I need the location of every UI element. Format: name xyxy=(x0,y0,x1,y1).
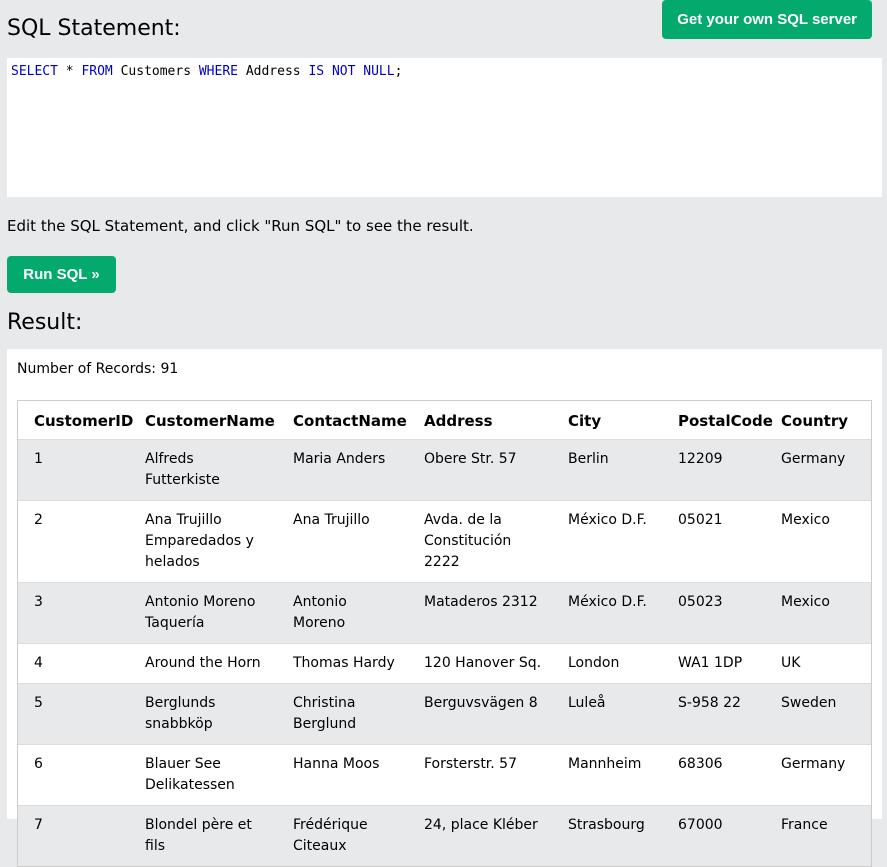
sql-keyword: SELECT xyxy=(11,64,58,79)
record-count: Number of Records: 91 xyxy=(17,361,179,377)
table-cell-postalcode: 12209 xyxy=(662,439,765,501)
table-cell-city: Luleå xyxy=(552,683,662,745)
table-cell-postalcode: 68306 xyxy=(662,744,765,806)
sql-keyword: NULL xyxy=(363,64,395,79)
table-cell-country: Germany xyxy=(765,744,871,806)
result-table: CustomerID CustomerName ContactName Address… xyxy=(18,401,871,866)
column-header-contactname: ContactName xyxy=(293,412,407,430)
table-row: 5 Berglunds snabbköp Christina Berglund Ber… xyxy=(18,683,871,745)
result-title: Result: xyxy=(7,310,83,335)
column-header-address: Address xyxy=(424,412,493,430)
column-header-customerid: CustomerID xyxy=(34,412,134,430)
table-cell-address: 24, place Kléber xyxy=(408,805,552,866)
table-cell-contactname: Ana Trujillo xyxy=(277,500,408,583)
table-cell-customername: Antonio Moreno Taquería xyxy=(129,582,277,644)
table-cell-country: Germany xyxy=(765,439,871,501)
table-body: 1 Alfreds Futterkiste Maria Anders Obere St… xyxy=(18,439,871,866)
table-cell-city: México D.F. xyxy=(552,500,662,583)
table-header-row: CustomerID CustomerName ContactName Address… xyxy=(18,401,871,440)
table-cell-postalcode: 05021 xyxy=(662,500,765,583)
table-cell-customername: Ana Trujillo Emparedados y helados xyxy=(129,500,277,583)
table-cell-postalcode: 67000 xyxy=(662,805,765,866)
table-cell-contactname: Frédérique Citeaux xyxy=(277,805,408,866)
run-sql-button[interactable]: Run SQL » xyxy=(7,256,116,293)
table-cell-customername: Around the Horn xyxy=(129,643,277,684)
table-row: 4 Around the Horn Thomas Hardy 120 Hanover … xyxy=(18,643,871,684)
table-cell-address: Berguvsvägen 8 xyxy=(408,683,552,745)
table-cell-address: 120 Hanover Sq. xyxy=(408,643,552,684)
table-cell-address: Avda. de la Constitución 2222 xyxy=(408,500,552,583)
table-cell-customerid: 3 xyxy=(18,582,129,644)
column-header-customername: CustomerName xyxy=(145,412,275,430)
table-cell-address: Forsterstr. 57 xyxy=(408,744,552,806)
sql-text: Customers xyxy=(112,64,199,79)
get-sql-server-button[interactable]: Get your own SQL server xyxy=(662,0,872,39)
table-row: 7 Blondel père et fils Frédérique Citeaux 2… xyxy=(18,805,871,866)
sql-statement-title: SQL Statement: xyxy=(7,16,181,41)
sql-text: * xyxy=(57,64,82,79)
sql-keyword: FROM xyxy=(81,64,113,79)
table-cell-contactname: Antonio Moreno xyxy=(277,582,408,644)
table-cell-country: France xyxy=(765,805,871,866)
table-cell-customerid: 2 xyxy=(18,500,129,583)
table-row: 2 Ana Trujillo Emparedados y helados Ana T… xyxy=(18,500,871,583)
table-cell-contactname: Maria Anders xyxy=(277,439,408,501)
table-cell-customername: Blauer See Delikatessen xyxy=(129,744,277,806)
table-cell-contactname: Thomas Hardy xyxy=(277,643,408,684)
column-header-country: Country xyxy=(781,412,849,430)
result-table-wrapper: CustomerID CustomerName ContactName Address… xyxy=(17,400,872,867)
column-header-city: City xyxy=(568,412,602,430)
result-panel: Number of Records: 91 CustomerID Customer… xyxy=(7,349,882,867)
table-cell-customerid: 5 xyxy=(18,683,129,745)
table-cell-city: London xyxy=(552,643,662,684)
sql-text: Address xyxy=(238,64,309,79)
table-row: 3 Antonio Moreno Taquería Antonio Moreno Ma… xyxy=(18,582,871,644)
table-cell-city: Berlin xyxy=(552,439,662,501)
sql-keyword: WHERE xyxy=(198,64,238,79)
table-cell-postalcode: WA1 1DP xyxy=(662,643,765,684)
table-cell-address: Obere Str. 57 xyxy=(408,439,552,501)
table-cell-customername: Blondel père et fils xyxy=(129,805,277,866)
table-cell-country: Mexico xyxy=(765,500,871,583)
table-cell-city: Strasbourg xyxy=(552,805,662,866)
table-cell-contactname: Hanna Moos xyxy=(277,744,408,806)
table-cell-customerid: 6 xyxy=(18,744,129,806)
table-cell-customername: Alfreds Futterkiste xyxy=(129,439,277,501)
sql-keyword: IS xyxy=(308,64,325,79)
table-cell-customerid: 7 xyxy=(18,805,129,866)
sql-text: ; xyxy=(394,64,403,79)
top-bar: SQL Statement: Get your own SQL server xyxy=(0,0,887,58)
table-cell-postalcode: S-958 22 xyxy=(662,683,765,745)
table-cell-city: México D.F. xyxy=(552,582,662,644)
table-cell-customername: Berglunds snabbköp xyxy=(129,683,277,745)
table-cell-address: Mataderos 2312 xyxy=(408,582,552,644)
sql-keyword: NOT xyxy=(331,64,356,79)
sql-editor[interactable]: SELECT * FROM Customers WHERE Address IS… xyxy=(7,58,882,197)
column-header-postalcode: PostalCode xyxy=(678,412,773,430)
table-cell-customerid: 4 xyxy=(18,643,129,684)
table-cell-country: Sweden xyxy=(765,683,871,745)
table-cell-postalcode: 05023 xyxy=(662,582,765,644)
table-cell-contactname: Christina Berglund xyxy=(277,683,408,745)
table-row: 1 Alfreds Futterkiste Maria Anders Obere St… xyxy=(18,439,871,501)
table-row: 6 Blauer See Delikatessen Hanna Moos Forste… xyxy=(18,744,871,806)
table-cell-customerid: 1 xyxy=(18,439,129,501)
table-cell-city: Mannheim xyxy=(552,744,662,806)
table-cell-country: Mexico xyxy=(765,582,871,644)
instructions-text: Edit the SQL Statement, and click "Run S… xyxy=(7,217,474,235)
table-cell-country: UK xyxy=(765,643,871,684)
